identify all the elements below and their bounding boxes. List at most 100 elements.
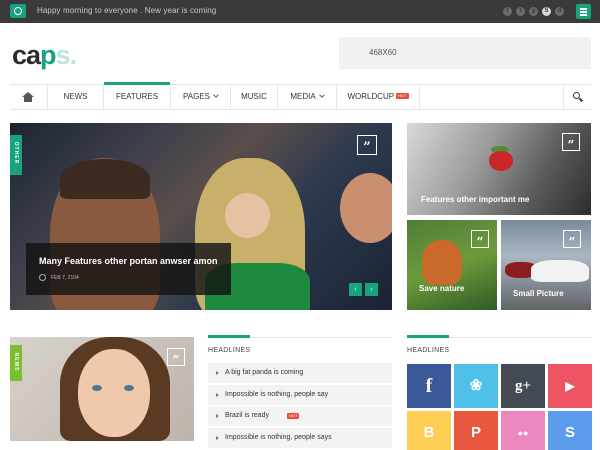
section-header: HEADLINES <box>407 335 591 361</box>
strawberry-image <box>489 151 513 171</box>
logo-text-1: ca <box>12 40 41 70</box>
headline-link[interactable]: A big fat panda is coming <box>225 369 303 376</box>
nav-item-news[interactable]: NEWS <box>47 85 103 109</box>
hot-badge: HOT <box>396 93 409 99</box>
flickr-icon: ●● <box>517 428 529 438</box>
nav-label: MUSIC <box>241 92 267 101</box>
feature-tile[interactable]: ” Features other important me <box>407 123 591 215</box>
headline-link[interactable]: Impossible is nothing, people says <box>225 434 332 441</box>
hero-photo-person <box>340 173 392 243</box>
chevron-down-icon <box>213 92 219 98</box>
slide-caption[interactable]: Many Features other portan anwser amon F… <box>26 243 231 295</box>
list-item[interactable]: A big fat panda is coming <box>208 363 392 383</box>
list-item[interactable]: Impossible is nothing, people say <box>208 384 392 405</box>
quote-icon: ” <box>167 348 185 367</box>
top-bar: Happy morning to everyone . New year is … <box>0 0 600 23</box>
skype-icon[interactable]: S <box>542 7 551 16</box>
nav-label: WORLDCUP <box>347 92 395 101</box>
home-icon[interactable] <box>10 85 47 109</box>
google-plus-icon[interactable]: g <box>529 7 538 16</box>
search-button[interactable] <box>563 85 591 109</box>
bullet-icon <box>216 414 219 418</box>
fox-image <box>422 240 462 285</box>
logo-text-2: p <box>40 40 56 70</box>
headlines-list: A big fat panda is coming Impossible is … <box>208 363 392 449</box>
menu-button[interactable] <box>576 4 591 19</box>
nav-item-media[interactable]: MEDIA <box>277 85 336 109</box>
hero-photo-hair <box>60 159 150 199</box>
section-title: HEADLINES <box>407 347 450 354</box>
nav-label: NEWS <box>63 92 88 101</box>
category-tag-label: OTHER <box>13 141 19 165</box>
news-ticker[interactable]: Happy morning to everyone . New year is … <box>37 6 216 15</box>
list-item[interactable]: Impossible is nothing, people says <box>208 427 392 448</box>
nature-tile[interactable]: ” Save nature <box>407 220 497 310</box>
slide-date: FEB 7, 2104 <box>51 275 79 281</box>
facebook-icon: f <box>425 375 433 397</box>
girl-photo-face <box>78 349 150 437</box>
quote-icon: ” <box>471 230 489 249</box>
section-title: HEADLINES <box>208 347 251 354</box>
chevron-down-icon <box>318 92 325 98</box>
headline-link[interactable]: Brazil is ready <box>225 412 269 419</box>
blogger-icon: B <box>423 424 435 441</box>
nav-item-features[interactable]: FEATURES <box>103 82 170 109</box>
twitter-icon[interactable]: t <box>516 7 525 16</box>
headline-link[interactable]: Impossible is nothing, people say <box>225 391 328 398</box>
nav-item-worldcup[interactable]: WORLDCUP HOT <box>336 85 420 109</box>
clock-icon <box>39 274 46 281</box>
google-plus-button[interactable]: g+ <box>501 364 545 408</box>
quote-icon: ” <box>357 135 377 155</box>
slide-title[interactable]: Many Features other portan anwser amon <box>39 256 218 266</box>
tile-caption[interactable]: Save nature <box>419 284 464 293</box>
tile-caption[interactable]: Features other important me <box>421 195 529 204</box>
section-header: HEADLINES <box>208 335 392 361</box>
list-item[interactable]: Brazil is ready HOT <box>208 406 392 426</box>
main-nav: NEWS FEATURES PAGES MUSIC MEDIA WORLDCUP… <box>10 82 591 110</box>
pinterest-button[interactable]: P <box>454 411 498 450</box>
news-thumbnail[interactable]: NEWS ” <box>10 337 194 441</box>
featured-slider[interactable]: OTHER ” Many Features other portan anwse… <box>10 123 392 310</box>
nav-label: MEDIA <box>290 92 316 101</box>
facebook-icon[interactable]: f <box>503 7 512 16</box>
pinterest-icon: P <box>470 424 481 441</box>
bullet-icon <box>216 392 219 397</box>
twitter-button[interactable]: ❀ <box>454 364 498 408</box>
twitter-icon: ❀ <box>469 377 483 394</box>
car-image <box>531 260 589 282</box>
slider-next-button[interactable]: › <box>365 283 378 296</box>
nav-label: PAGES <box>183 92 210 101</box>
skype-icon: S <box>564 424 575 441</box>
small-picture-tile[interactable]: ” Small Picture <box>501 220 591 310</box>
nav-label: FEATURES <box>115 92 159 101</box>
hero-photo-face <box>225 193 270 238</box>
quote-icon: ” <box>563 230 581 249</box>
bullet-icon <box>216 371 219 375</box>
blogger-button[interactable]: B <box>407 411 451 450</box>
facebook-button[interactable]: f <box>407 364 451 408</box>
social-grid: f ❀ g+ ▶ B P ●● S <box>407 364 592 450</box>
girl-photo-eye <box>92 385 102 391</box>
top-social-links: f t g S d <box>503 7 564 16</box>
quote-icon: ” <box>562 133 580 152</box>
logo-text-3: s. <box>55 40 78 70</box>
dribbble-icon[interactable]: d <box>555 7 564 16</box>
skype-button[interactable]: S <box>548 411 592 450</box>
category-tag[interactable]: OTHER <box>10 135 22 175</box>
hot-badge: HOT <box>287 413 300 419</box>
youtube-icon: ▶ <box>565 379 575 393</box>
clock-icon <box>10 4 26 18</box>
nav-item-pages[interactable]: PAGES <box>170 85 230 109</box>
youtube-button[interactable]: ▶ <box>548 364 592 408</box>
slider-prev-button[interactable]: ‹ <box>349 283 362 296</box>
girl-photo-eye <box>124 385 134 391</box>
flickr-button[interactable]: ●● <box>501 411 545 450</box>
ad-banner[interactable]: 468X60 <box>339 37 591 69</box>
category-tag-label: NEWS <box>13 352 19 372</box>
nav-item-music[interactable]: MUSIC <box>230 85 277 109</box>
site-logo[interactable]: caps. <box>12 40 78 71</box>
ad-label: 468X60 <box>369 48 397 57</box>
category-tag[interactable]: NEWS <box>10 345 22 381</box>
google-plus-icon: g+ <box>514 378 532 394</box>
tile-caption[interactable]: Small Picture <box>513 289 564 298</box>
